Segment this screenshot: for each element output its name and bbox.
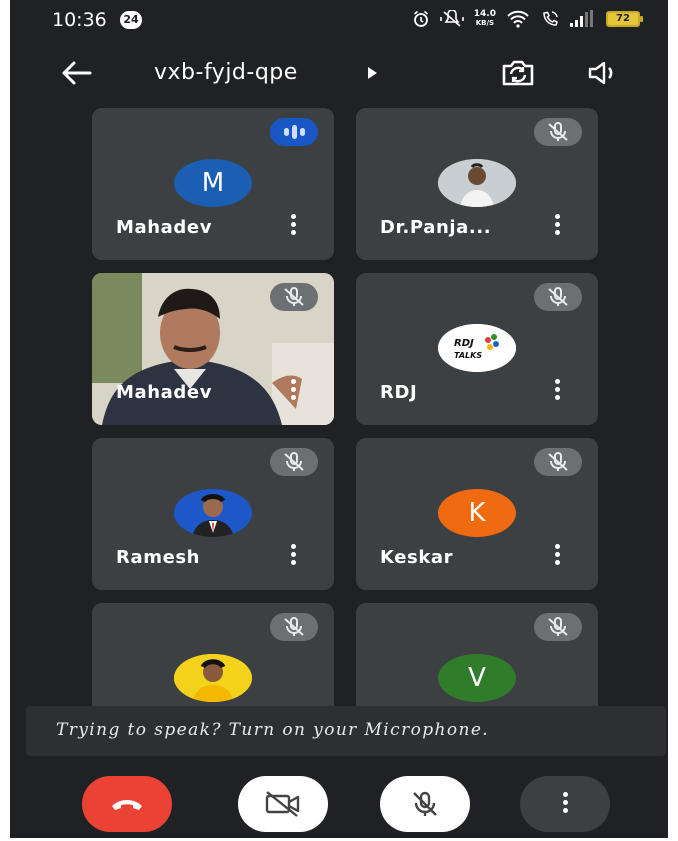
person-photo-icon [174, 489, 252, 537]
avatar: K [438, 489, 516, 537]
avatar [438, 159, 516, 207]
participant-name: Ramesh [116, 547, 201, 568]
notification-badge: 24 [120, 11, 142, 29]
switch-camera-button[interactable] [498, 58, 538, 93]
avatar [174, 489, 252, 537]
svg-text:RDJ: RDJ [454, 338, 474, 349]
audio-output-button[interactable] [586, 58, 622, 93]
participant-tile[interactable] [92, 603, 334, 706]
more-vert-icon[interactable] [552, 544, 562, 568]
mic-off-icon [270, 448, 318, 476]
mute-vibrate-icon [439, 10, 464, 27]
more-vert-icon[interactable] [288, 544, 298, 568]
camera-toggle-button[interactable] [238, 776, 328, 832]
signal-icon [570, 10, 593, 27]
svg-text:TALKS: TALKS [454, 351, 482, 360]
more-vert-icon[interactable] [288, 214, 298, 238]
avatar-letter: K [468, 498, 486, 528]
more-vert-icon [560, 792, 570, 816]
toast-message: Trying to speak? Turn on your Microphone… [56, 720, 490, 740]
status-bar: 10:36 24 14.0 KB/S 72 [10, 0, 668, 38]
participant-name: RDJ [380, 382, 418, 403]
person-photo-icon [438, 159, 516, 207]
participant-name: Dr.Panja... [380, 217, 492, 238]
mic-off-icon [270, 283, 318, 311]
avatar-letter: M [201, 168, 225, 198]
person-photo-icon [174, 654, 252, 702]
participant-tile[interactable]: K Keskar [356, 438, 598, 590]
app-bar: vxb-fyjd-qpe [10, 44, 668, 100]
speaking-indicator [270, 118, 318, 146]
call-wifi-icon [543, 11, 558, 26]
rdj-talks-logo-icon: RDJ TALKS [438, 324, 516, 372]
avatar: M [174, 159, 252, 207]
status-time: 10:36 [52, 9, 107, 31]
network-speed: 14.0 KB/S [474, 10, 496, 28]
battery-indicator: 72 [606, 11, 643, 27]
call-controls [10, 770, 668, 838]
mic-off-icon [413, 791, 437, 816]
participant-tile[interactable]: Ramesh [92, 438, 334, 590]
mic-off-icon [534, 118, 582, 146]
mic-off-icon [534, 448, 582, 476]
avatar-letter: V [468, 663, 486, 693]
mic-off-icon [270, 613, 318, 641]
wifi-icon [507, 10, 529, 28]
camera-switch-icon [502, 60, 534, 86]
participant-name: Keskar [380, 547, 454, 568]
more-vert-icon[interactable] [552, 214, 562, 238]
avatar [174, 654, 252, 702]
participant-tile[interactable]: V [356, 603, 598, 706]
network-speed-value: 14.0 [473, 9, 496, 19]
speaker-icon [588, 61, 613, 85]
end-call-button[interactable] [82, 776, 172, 832]
mic-off-icon [534, 613, 582, 641]
more-options-button[interactable] [520, 776, 610, 832]
microphone-toggle-button[interactable] [380, 776, 470, 832]
caret-right-icon[interactable] [366, 66, 378, 80]
more-vert-icon[interactable] [552, 379, 562, 403]
meeting-code[interactable]: vxb-fyjd-qpe [154, 60, 298, 85]
arrow-left-icon [62, 61, 92, 85]
back-button[interactable] [58, 58, 94, 88]
network-speed-unit: KB/S [475, 19, 495, 27]
participant-name: Mahadev [116, 382, 213, 403]
participant-video-tile[interactable]: Mahadev [92, 273, 334, 425]
mic-off-icon [534, 283, 582, 311]
more-vert-icon[interactable] [288, 379, 298, 403]
participant-name: Mahadev [116, 217, 213, 238]
status-icons: 14.0 KB/S 72 [412, 8, 643, 30]
participant-tile[interactable]: M Mahadev [92, 108, 334, 260]
meet-screen: 10:36 24 14.0 KB/S 72 vxb-fyjd-qpe M Mah… [10, 0, 668, 838]
phone-hangup-icon [112, 800, 142, 810]
participant-tile[interactable]: Dr.Panja... [356, 108, 598, 260]
avatar: V [438, 654, 516, 702]
video-off-icon [265, 791, 300, 817]
alarm-icon [413, 10, 428, 27]
avatar: RDJ TALKS [438, 324, 516, 372]
microphone-hint-toast: Trying to speak? Turn on your Microphone… [26, 706, 666, 756]
participant-tile[interactable]: RDJ TALKS RDJ [356, 273, 598, 425]
